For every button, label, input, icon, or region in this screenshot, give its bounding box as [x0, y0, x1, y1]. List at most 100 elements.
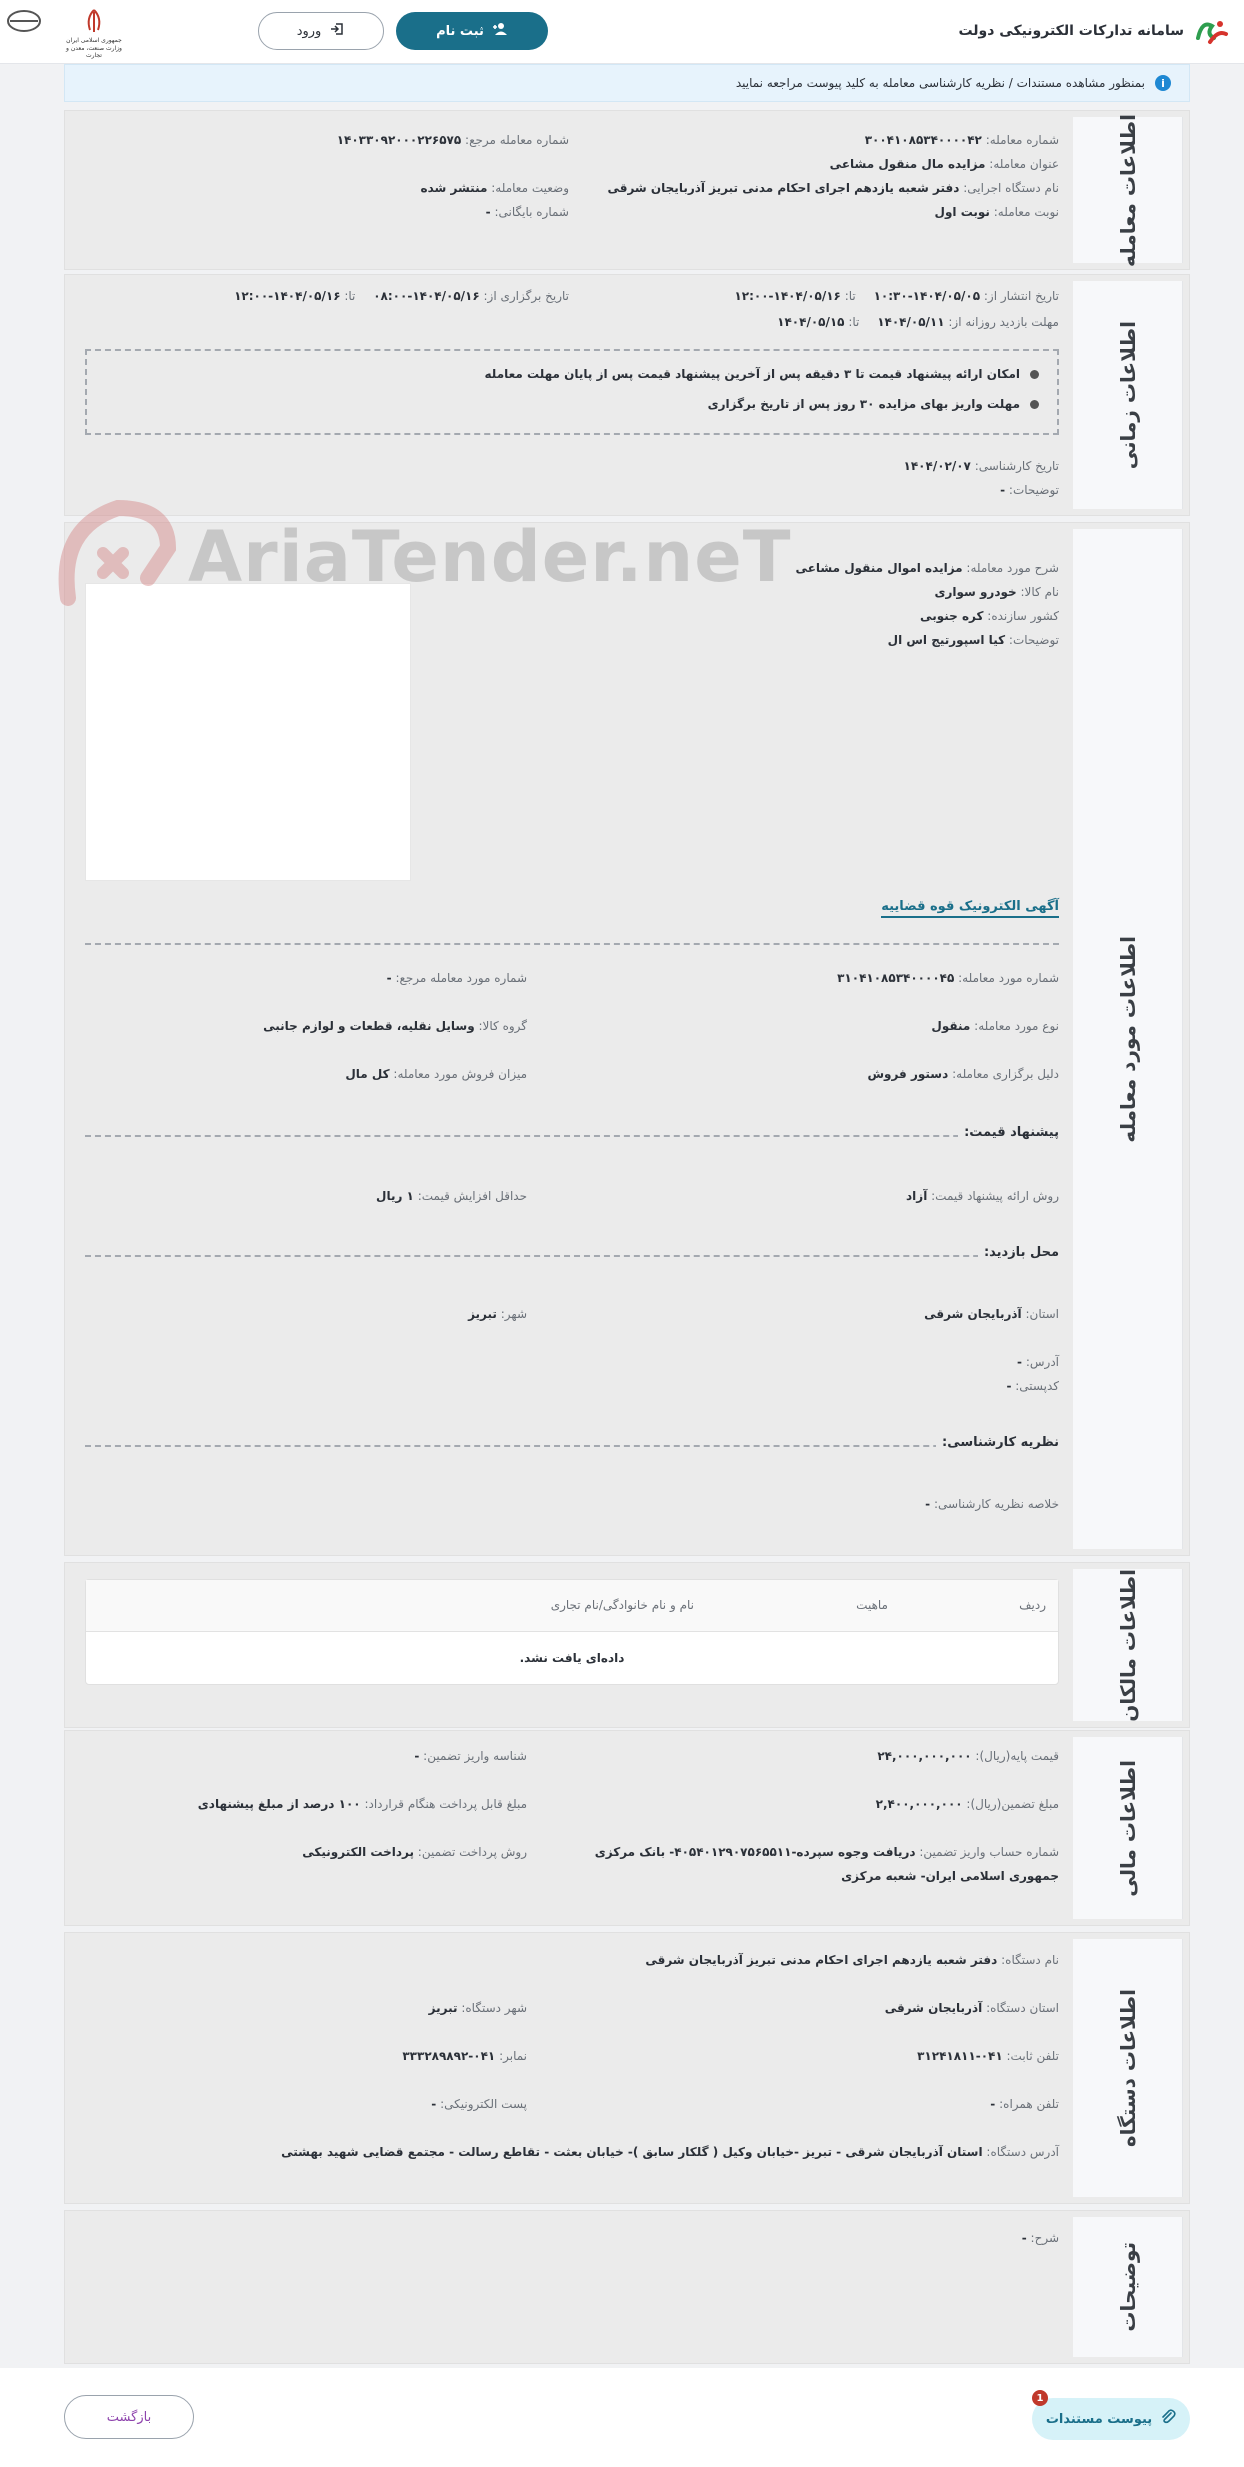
ariatender-logo-icon	[58, 499, 177, 606]
field-label: شماره معامله:	[985, 133, 1059, 147]
account-field: شماره حساب واریز تضمین: دریافت وجوه سپرد…	[595, 1845, 1059, 1859]
archive-number: -	[485, 205, 491, 219]
item-type: منقول	[931, 1019, 971, 1033]
conditions-box: امکان ارائه پیشنهاد قیمت تا ۳ دقیقه پس ا…	[85, 349, 1059, 435]
min-increase-field: حداقل افزایش قیمت: ۱ ریال	[376, 1189, 527, 1203]
section-tab: توضیحات	[1073, 2217, 1183, 2357]
item-type-field: نوع مورد معامله: منقول	[931, 1019, 1059, 1033]
field-label: نوع مورد معامله:	[974, 1019, 1059, 1033]
field-label: مبلغ تضمین(ریال):	[966, 1797, 1059, 1811]
top-navbar: سامانه تدارکات الکترونیکی دولت ثبت نام و…	[0, 0, 1244, 64]
col-nature: ماهیت	[856, 1598, 888, 1612]
org-phone: ۰۴۱-۳۱۲۴۱۸۱۱	[917, 2049, 1003, 2063]
condition-item: امکان ارائه پیشنهاد قیمت تا ۳ دقیقه پس ا…	[485, 367, 1039, 381]
publish-from: ۱۴۰۴/۰۵/۰۵-۱۰:۳۰	[873, 289, 981, 303]
visit-postal-field: کدپستی: -	[1006, 1379, 1059, 1393]
org-address: استان آذربایجان شرقی - تبریز -خیابان وکی…	[281, 2145, 983, 2159]
field-label: عنوان معامله:	[989, 157, 1059, 171]
deposit-id: -	[414, 1749, 420, 1763]
field-label: نمابر:	[499, 2049, 527, 2063]
add-user-icon	[492, 22, 508, 40]
section-tab: اطلاعات مورد معامله	[1073, 529, 1183, 1549]
status-badge: منتشر شده	[420, 181, 488, 195]
org-email-field: پست الکترونیکی: -	[431, 2097, 527, 2111]
divider	[85, 1445, 1059, 1447]
judiciary-ad-link[interactable]: آگهی الکترونیک قوه قضاییه	[881, 899, 1059, 918]
hold-from: ۱۴۰۴/۰۵/۱۶-۰۸:۰۰	[373, 289, 480, 303]
back-button[interactable]: بازگشت	[64, 2395, 194, 2439]
archive-field: شماره بایگانی: -	[486, 205, 569, 219]
section-title: توضیحات	[1115, 2242, 1140, 2332]
field-label: پست الکترونیکی:	[440, 2097, 527, 2111]
field-label: حداقل افزایش قیمت:	[417, 1189, 527, 1203]
time-desc: -	[1000, 483, 1006, 497]
watermark-text: AriaTender.neT	[188, 516, 792, 598]
watermark: AriaTender.neT	[48, 498, 790, 618]
field-label: مهلت بازدید روزانه از:	[948, 315, 1059, 329]
bid-heading: پیشنهاد قیمت:	[958, 1125, 1059, 1140]
hold-reason: دستور فروش	[867, 1067, 949, 1081]
attachments-count-badge: 1	[1032, 2390, 1048, 2406]
desc-value: -	[1021, 2231, 1027, 2245]
org-city-field: شهر دستگاه: تبریز	[429, 2001, 527, 2015]
visit-postal: -	[1006, 1379, 1012, 1393]
deal-round: نوبت اول	[934, 205, 990, 219]
field-label: روش پرداخت تضمین:	[417, 1845, 527, 1859]
visit-heading: محل بازدید:	[977, 1245, 1059, 1260]
field-label: آدرس:	[1025, 1355, 1059, 1369]
item-desc: مزایده اموال منقول مشاعی	[795, 561, 963, 575]
field-label: شماره حساب واریز تضمین:	[919, 1845, 1059, 1859]
field-label: کدپستی:	[1015, 1379, 1059, 1393]
login-button[interactable]: ورود	[258, 12, 384, 50]
attachments-button[interactable]: 1 پیوست مستندات	[1032, 2390, 1190, 2440]
brand[interactable]: سامانه تدارکات الکترونیکی دولت	[958, 12, 1230, 50]
back-label: بازگشت	[106, 2409, 152, 2425]
expert-summary: -	[925, 1497, 931, 1511]
bid-method: آزاد	[906, 1189, 928, 1203]
field-label: تا:	[844, 289, 856, 303]
condition-text: امکان ارائه پیشنهاد قیمت تا ۳ دقیقه پس ا…	[484, 367, 1020, 381]
deal-status-field: وضعیت معامله: منتشر شده	[421, 181, 569, 195]
notice-text: بمنظور مشاهده مستندات / نظریه کارشناسی م…	[735, 76, 1145, 90]
setad-logo-icon	[1192, 12, 1230, 50]
visit-range: مهلت بازدید روزانه از: ۱۴۰۴/۰۵/۱۱ تا: ۱۴…	[777, 315, 1059, 329]
field-label: شهر دستگاه:	[461, 2001, 527, 2015]
field-label: شناسه واریز تضمین:	[423, 1749, 527, 1763]
item-info-section: اطلاعات مورد معامله شرح مورد معامله: مزا…	[64, 522, 1190, 1556]
bullet-icon	[1030, 369, 1039, 379]
org-section: اطلاعات دستگاه نام دستگاه: دفتر شعبه یاز…	[64, 1932, 1190, 2204]
register-label: ثبت نام	[436, 23, 484, 39]
org-name: دفتر شعبه یازدهم اجرای احکام مدنی تبریز …	[645, 1953, 998, 1967]
register-button[interactable]: ثبت نام	[396, 12, 548, 50]
gov-emblem: جمهوری اسلامی ایران وزارت صنعت، معدن و ت…	[64, 8, 124, 59]
field-label: شرح مورد معامله:	[966, 561, 1059, 575]
desc-field: شرح: -	[1022, 2231, 1059, 2245]
guarantee-field: مبلغ تضمین(ریال): ۲,۴۰۰,۰۰۰,۰۰۰	[876, 1797, 1059, 1811]
bid-method-field: روش ارائه پیشنهاد قیمت: آزاد	[906, 1189, 1059, 1203]
expert-date: ۱۴۰۴/۰۲/۰۷	[903, 459, 971, 473]
publish-to: ۱۴۰۴/۰۵/۱۶-۱۲:۰۰	[734, 289, 841, 303]
time-desc-field: توضیحات: -	[1000, 483, 1059, 497]
hold-range: تاریخ برگزاری از: ۱۴۰۴/۰۵/۱۶-۰۸:۰۰ تا: ۱…	[234, 289, 569, 303]
visit-address-field: آدرس: -	[1017, 1355, 1059, 1369]
account-number: دریافت وجوه سپرده-۴۰۵۴۰۱۲۹۰۷۵۶۵۵۱۱- بانک…	[594, 1845, 916, 1859]
field-label: گروه کالا:	[478, 1019, 528, 1033]
field-label: وضعیت معامله:	[491, 181, 569, 195]
hold-to: ۱۴۰۴/۰۵/۱۶-۱۲:۰۰	[234, 289, 341, 303]
iran-emblem-icon	[87, 9, 101, 32]
field-label: استان:	[1025, 1307, 1059, 1321]
base-price: ۲۴,۰۰۰,۰۰۰,۰۰۰	[877, 1749, 972, 1763]
divider	[85, 1135, 1059, 1137]
visit-city-field: شهر: تبریز	[468, 1307, 527, 1321]
field-label: نام دستگاه اجرایی:	[963, 181, 1059, 195]
org-mobile: -	[990, 2097, 996, 2111]
goods-group-field: گروه کالا: وسایل نقلیه، قطعات و لوازم جا…	[263, 1019, 527, 1033]
field-label: تا:	[848, 315, 860, 329]
descriptions-section: توضیحات شرح: -	[64, 2210, 1190, 2364]
org-city: تبریز	[428, 2001, 458, 2015]
field-label: دلیل برگزاری معامله:	[952, 1067, 1059, 1081]
empty-message: داده‌ای یافت نشد.	[519, 1651, 625, 1665]
paperclip-icon	[1160, 2409, 1176, 2429]
field-label: کشور سازنده:	[987, 609, 1059, 623]
field-label: نام کالا:	[1020, 585, 1060, 599]
